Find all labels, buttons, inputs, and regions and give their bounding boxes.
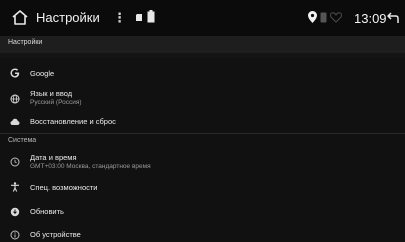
top-app-bar: Настройки ⋮ 13:09 <box>0 0 405 36</box>
section-title-system: Система <box>8 137 37 144</box>
item-label: Язык и ввод <box>30 89 73 98</box>
header-title: Настройки <box>8 39 43 46</box>
item-sublabel: Русский (Россия) <box>30 99 82 106</box>
settings-item-date-time[interactable]: Дата и время GMT+03:00 Москва, стандартн… <box>0 150 405 174</box>
settings-item-language[interactable]: Язык и ввод Русский (Россия) <box>0 86 405 110</box>
status-clock: 13:09 <box>354 11 387 26</box>
google-icon <box>10 68 20 78</box>
item-label: Обновить <box>30 207 64 216</box>
settings-item-backup-reset[interactable]: Восстановление и сброс <box>0 112 405 132</box>
globe-icon <box>10 94 20 104</box>
phone-signal-icon <box>320 12 327 23</box>
settings-item-about-device[interactable]: Об устройстве <box>0 226 405 242</box>
item-sublabel: GMT+03:00 Москва, стандартное время <box>30 163 151 170</box>
info-icon <box>10 230 20 240</box>
item-label: Google <box>30 69 55 78</box>
heart-icon <box>330 12 342 23</box>
settings-item-accessibility[interactable]: Спец. возможности <box>0 178 405 198</box>
battery-icon <box>147 10 155 23</box>
app-title: Настройки <box>36 10 100 25</box>
settings-item-update[interactable]: Обновить <box>0 202 405 222</box>
settings-header: Настройки <box>0 36 405 53</box>
overflow-menu-icon[interactable]: ⋮ <box>113 10 126 26</box>
sd-card-icon <box>136 14 142 21</box>
back-icon[interactable] <box>387 12 399 24</box>
clock-icon <box>10 157 20 167</box>
item-label: Спец. возможности <box>30 183 98 192</box>
section-divider <box>0 133 405 134</box>
accessibility-icon <box>11 182 19 192</box>
item-label: Восстановление и сброс <box>30 117 116 126</box>
item-label: Дата и время <box>30 153 77 162</box>
update-icon <box>10 207 20 217</box>
scroll-edge <box>0 53 405 58</box>
item-label: Об устройстве <box>30 230 81 239</box>
settings-item-google[interactable]: Google <box>0 62 405 86</box>
cloud-icon <box>10 118 20 125</box>
location-icon <box>308 11 317 23</box>
home-icon[interactable] <box>11 9 29 26</box>
